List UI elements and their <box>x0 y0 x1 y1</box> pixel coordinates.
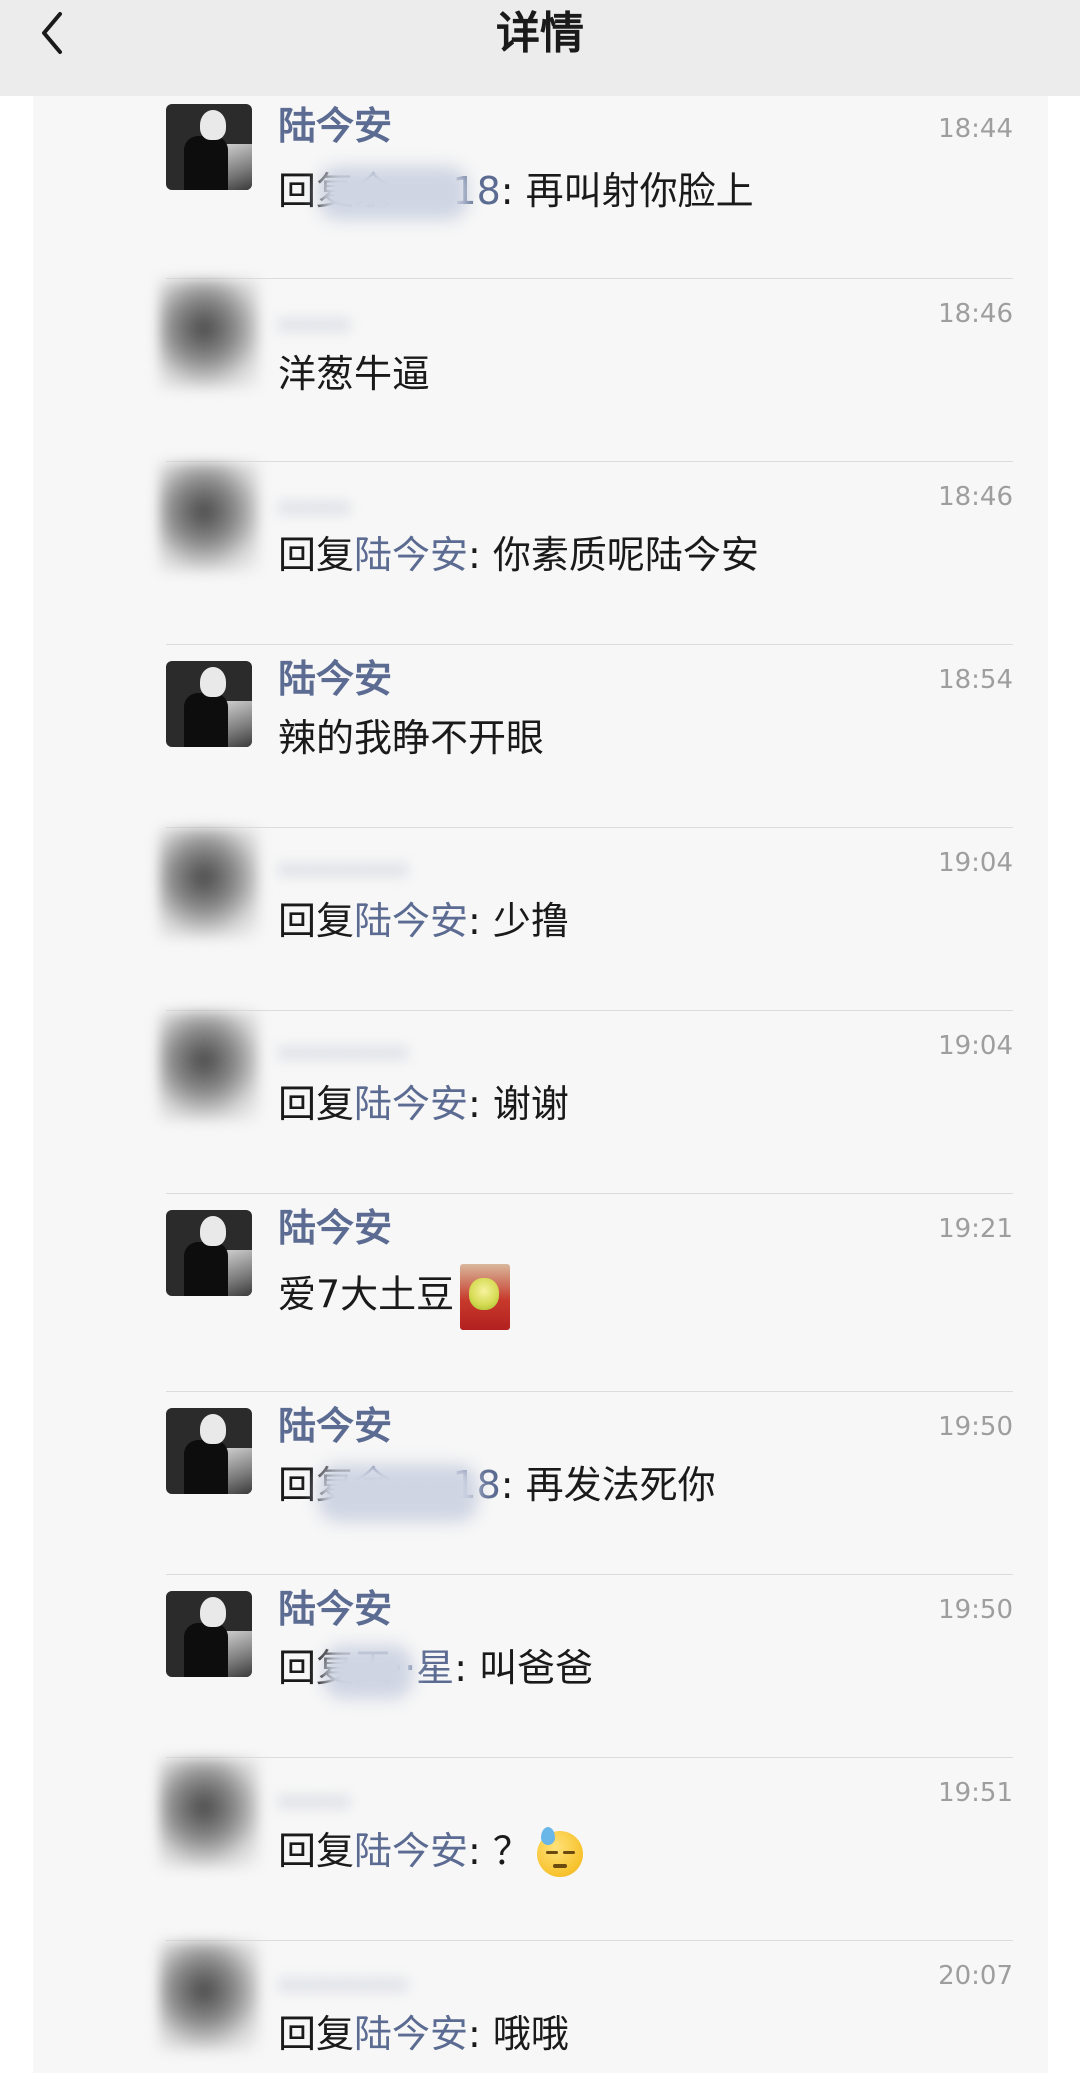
comment-item[interactable]: 陆今安 19:21 爱7大土豆 <box>33 1194 1048 1392</box>
avatar[interactable] <box>159 1011 259 1121</box>
redaction-blur <box>323 1645 413 1699</box>
reply-mention[interactable]: 陆今安 <box>354 1829 468 1873</box>
reply-prefix: 回复 <box>278 2012 355 2056</box>
avatar[interactable] <box>166 1591 252 1677</box>
reply-prefix: 回复 <box>278 533 355 577</box>
redaction-blur <box>318 1464 478 1522</box>
comment-text: 洋葱牛逼 <box>278 352 431 396</box>
comment-text: 回复陆今安: 少撸 <box>278 896 569 946</box>
sweat-emoji-icon <box>536 1826 583 1877</box>
comment-username[interactable]: ····· <box>278 1778 350 1826</box>
comment-item[interactable]: ········· 20:07 回复陆今安: 哦哦 <box>33 1941 1048 2073</box>
comment-body: : 少撸 <box>468 899 569 943</box>
page-title: 详情 <box>496 8 584 59</box>
avatar[interactable] <box>166 104 252 190</box>
reply-mention[interactable]: 陆今安 <box>354 533 468 577</box>
comment-item[interactable]: ········· 19:04 回复陆今安: 少撸 <box>33 828 1048 1011</box>
comment-item[interactable]: 陆今安 18:44 回复余·····18: 再叫射你脸上 <box>33 96 1048 279</box>
avatar[interactable] <box>159 462 259 572</box>
comment-timestamp: 18:54 <box>938 665 1013 695</box>
comment-timestamp: 18:44 <box>938 114 1013 144</box>
comment-text: 回复陆今安: 谢谢 <box>278 1079 569 1129</box>
avatar[interactable] <box>166 1210 252 1296</box>
comment-timestamp: 19:50 <box>938 1595 1013 1625</box>
reply-prefix: 回复 <box>278 1082 355 1126</box>
reply-prefix: 回复 <box>278 899 355 943</box>
comment-timestamp: 19:21 <box>938 1214 1013 1244</box>
avatar[interactable] <box>166 1408 252 1494</box>
comment-body: : ？ <box>468 1829 531 1873</box>
comment-item[interactable]: 陆今安 19:50 回复余·····18: 再发法死你 <box>33 1392 1048 1575</box>
reply-prefix: 回复 <box>278 1829 355 1873</box>
comment-username[interactable]: 陆今安 <box>278 102 392 150</box>
avatar[interactable] <box>159 1758 259 1868</box>
comment-body: : 哦哦 <box>468 2012 569 2056</box>
comment-item[interactable]: ····· 18:46 回复陆今安: 你素质呢陆今安 <box>33 462 1048 645</box>
top-navigation-bar: 详情 <box>0 0 1080 96</box>
comment-item[interactable]: ········· 19:04 回复陆今安: 谢谢 <box>33 1011 1048 1194</box>
comment-body: : 再发法死你 <box>500 1463 716 1507</box>
comment-username[interactable]: 陆今安 <box>278 1204 392 1252</box>
avatar[interactable] <box>166 661 252 747</box>
avatar[interactable] <box>159 828 259 938</box>
redaction-blur <box>318 166 468 220</box>
comment-list[interactable]: 陆今安 18:44 回复余·····18: 再叫射你脸上 ····· 18:46… <box>33 96 1048 2073</box>
comment-username[interactable]: ····· <box>278 484 350 532</box>
comment-item[interactable]: 陆今安 19:50 回复天··星: 叫爸爸 <box>33 1575 1048 1758</box>
comment-timestamp: 19:51 <box>938 1778 1013 1808</box>
reply-mention[interactable]: 陆今安 <box>354 2012 468 2056</box>
comment-username[interactable]: 陆今安 <box>278 1402 392 1450</box>
comment-body: 爱7大土豆 <box>278 1272 455 1317</box>
potato-sticker-icon[interactable] <box>460 1264 511 1330</box>
comment-text: 辣的我睁不开眼 <box>278 716 545 760</box>
comment-username[interactable]: ········· <box>278 846 408 894</box>
comment-body: : 叫爸爸 <box>454 1646 594 1690</box>
comment-timestamp: 18:46 <box>938 482 1013 512</box>
comment-body: : 再叫射你脸上 <box>500 169 754 213</box>
comment-body: : 你素质呢陆今安 <box>468 533 759 577</box>
comment-username[interactable]: 陆今安 <box>278 1585 392 1633</box>
avatar[interactable] <box>159 279 259 389</box>
comment-username[interactable]: ····· <box>278 301 350 349</box>
comment-body: : 谢谢 <box>468 1082 569 1126</box>
reply-mention[interactable]: 陆今安 <box>354 1082 468 1126</box>
comment-item[interactable]: 陆今安 18:54 辣的我睁不开眼 <box>33 645 1048 828</box>
comment-username[interactable]: ········· <box>278 1961 408 2009</box>
comment-timestamp: 20:07 <box>938 1961 1013 1991</box>
comment-timestamp: 19:04 <box>938 1031 1013 1061</box>
reply-mention[interactable]: 陆今安 <box>354 899 468 943</box>
comment-text: 回复陆今安: 哦哦 <box>278 2009 569 2059</box>
avatar[interactable] <box>159 1941 259 2051</box>
comment-timestamp: 19:50 <box>938 1412 1013 1442</box>
comment-text: 爱7大土豆 <box>278 1264 511 1330</box>
comment-timestamp: 18:46 <box>938 299 1013 329</box>
comment-timestamp: 19:04 <box>938 848 1013 878</box>
comment-username[interactable]: 陆今安 <box>278 655 392 703</box>
comment-username[interactable]: ········· <box>278 1029 408 1077</box>
comment-text: 回复陆今安: ？ <box>278 1826 583 1877</box>
comment-item[interactable]: ····· 18:46 洋葱牛逼 <box>33 279 1048 462</box>
comment-item[interactable]: ····· 19:51 回复陆今安: ？ <box>33 1758 1048 1941</box>
comment-text: 回复陆今安: 你素质呢陆今安 <box>278 530 759 580</box>
